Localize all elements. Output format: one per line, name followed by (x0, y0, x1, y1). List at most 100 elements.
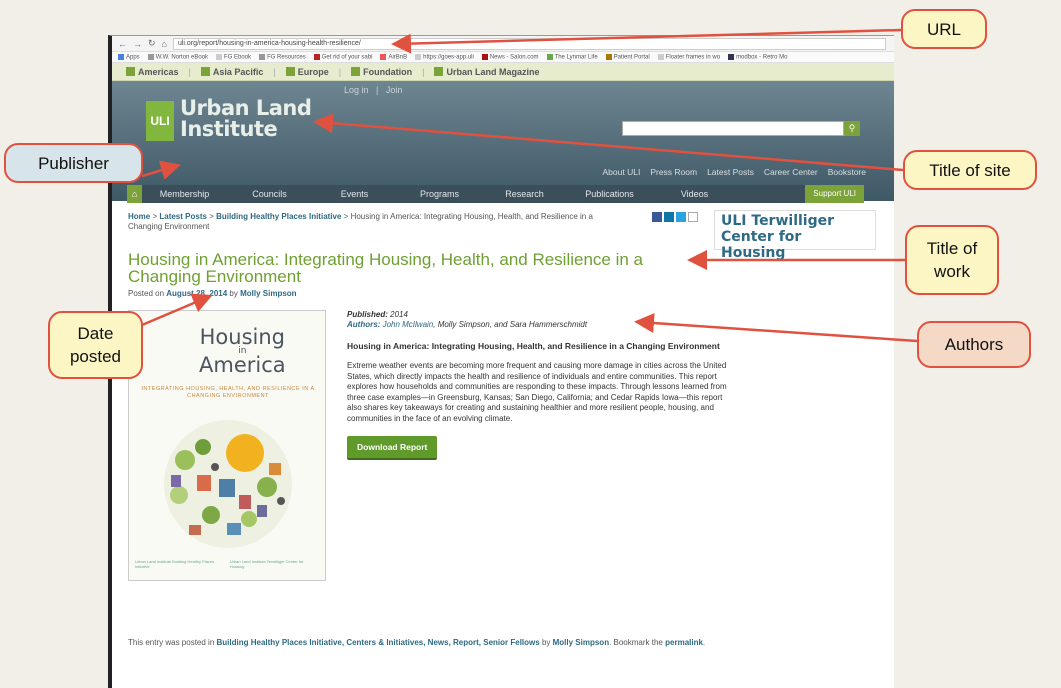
cover-subtitle: INTEGRATING HOUSING, HEALTH, AND RESILIE… (141, 386, 315, 399)
support-uli-button[interactable]: Support ULI (805, 185, 864, 203)
bookmark-item[interactable]: Floater frames in wo (657, 53, 720, 60)
cover-title: Housing in America (199, 327, 286, 377)
bookmark-icon (728, 53, 735, 60)
callout-url: URL (901, 9, 987, 49)
breadcrumb: Home > Latest Posts > Building Healthy P… (128, 212, 593, 231)
site-title-line2: Institute (180, 117, 278, 141)
author-link[interactable]: John McIlwain (383, 320, 434, 329)
forward-icon[interactable]: → (133, 39, 142, 49)
nav-councils[interactable]: Councils (227, 189, 312, 199)
login-link[interactable]: Log in (344, 85, 369, 95)
cover-illustration (164, 420, 292, 548)
bookmark-item[interactable]: FG Ebook (216, 53, 251, 60)
region-foundation[interactable]: Foundation (351, 66, 412, 77)
bookmark-icon (216, 53, 223, 60)
region-icon (126, 66, 135, 76)
footer-categories[interactable]: Building Healthy Places Initiative, Cent… (217, 638, 540, 647)
nav-programs[interactable]: Programs (397, 189, 482, 199)
region-europe[interactable]: Europe (285, 66, 329, 77)
login-links: Log in | Join (344, 85, 403, 95)
uli-logo-mark[interactable]: ULI (146, 101, 174, 141)
region-americas[interactable]: Americas (126, 66, 179, 77)
bookmark-icon (605, 53, 612, 60)
bookmark-item[interactable]: Apps (118, 53, 140, 60)
career-center-link[interactable]: Career Center (764, 167, 818, 177)
report-description: Extreme weather events are becoming more… (347, 361, 727, 423)
bookmark-item[interactable]: FG Resources (259, 53, 306, 60)
published-line: Published: 2014 (347, 310, 737, 320)
breadcrumb-latest[interactable]: Latest Posts (159, 212, 207, 221)
breadcrumb-home[interactable]: Home (128, 212, 150, 221)
callout-publisher: Publisher (4, 143, 143, 183)
region-icon (434, 66, 444, 76)
footer-by: by (541, 638, 551, 647)
bookmark-item[interactable]: The Lynmar Life (546, 53, 598, 60)
published-value: 2014 (390, 310, 408, 319)
facebook-icon[interactable] (652, 212, 662, 222)
reload-icon[interactable]: ↻ (148, 38, 156, 49)
cover-foot-right: Urban Land Institute Terwilliger Center … (229, 559, 304, 569)
article-title: Housing in America: Integrating Housing,… (128, 250, 644, 286)
nav-research[interactable]: Research (482, 189, 567, 199)
breadcrumb-section[interactable]: Building Healthy Places Initiative (216, 212, 341, 221)
posted-author[interactable]: Molly Simpson (240, 289, 296, 298)
entry-footer: This entry was posted in Building Health… (128, 638, 706, 647)
bookmark-icon (657, 53, 664, 60)
screenshot-stage: ← → ↻ ⌂ uli.org/report/housing-in-americ… (0, 0, 1061, 688)
about-link[interactable]: About ULI (603, 167, 641, 177)
terwilliger-line1: ULI Terwilliger (721, 213, 835, 229)
download-report-button[interactable]: Download Report (347, 436, 438, 460)
report-heading: Housing in America: Integrating Housing,… (347, 341, 720, 351)
url-bar[interactable]: uli.org/report/housing-in-america-housin… (172, 37, 886, 50)
footer-author[interactable]: Molly Simpson (553, 638, 609, 647)
airbnb-icon (380, 53, 387, 60)
cover-line3: America (199, 353, 286, 377)
nav-membership[interactable]: Membership (142, 189, 227, 199)
posted-date[interactable]: August 28, 2014 (166, 289, 227, 298)
region-icon (351, 66, 361, 76)
nav-videos[interactable]: Videos (652, 189, 737, 199)
bookmark-item[interactable]: https://goes-app.uli (415, 53, 474, 60)
cover-foot-left: Urban Land Institute Building Healthy Pl… (135, 559, 215, 569)
bookmark-item[interactable]: News - Salon.com (481, 53, 539, 60)
nav-events[interactable]: Events (312, 189, 397, 199)
back-icon[interactable]: ← (118, 39, 127, 49)
site-title[interactable]: Urban Land Institute (180, 98, 312, 141)
bookmark-item[interactable]: Get rid of your sabi (313, 53, 372, 60)
home-nav-icon[interactable]: ⌂ (127, 185, 142, 203)
home-icon[interactable]: ⌂ (162, 39, 167, 49)
search-input[interactable] (622, 121, 844, 136)
callout-title-of-site: Title of site (903, 150, 1037, 190)
region-bar: Americas | Asia Pacific | Europe | Found… (112, 63, 894, 81)
callout-title-of-work: Title of work (905, 225, 999, 295)
search-icon[interactable]: ⚲ (844, 121, 860, 136)
region-icon (200, 66, 210, 76)
terwilliger-center-logo[interactable]: ULI Terwilliger Center for Housing (714, 210, 876, 261)
region-asia-pacific[interactable]: Asia Pacific (200, 66, 263, 77)
authors-rest: , Molly Simpson, and Sara Hammerschmidt (433, 320, 588, 329)
latest-posts-link[interactable]: Latest Posts (707, 167, 754, 177)
main-nav: ⌂ Membership Councils Events Programs Re… (127, 185, 864, 203)
bookmark-item[interactable]: W.W. Norton eBook (147, 53, 208, 60)
footer-prefix: This entry was posted in (128, 638, 215, 647)
bookstore-link[interactable]: Bookstore (828, 167, 866, 177)
posted-prefix: Posted on (128, 289, 165, 298)
bookmark-icon (259, 53, 266, 60)
report-cover-image[interactable]: Housing in America INTEGRATING HOUSING, … (128, 310, 326, 581)
nav-publications[interactable]: Publications (567, 189, 652, 199)
browser-toolbar: ← → ↻ ⌂ uli.org/report/housing-in-americ… (112, 36, 894, 52)
email-icon[interactable] (688, 212, 698, 222)
region-icon (285, 66, 295, 76)
press-room-link[interactable]: Press Room (650, 167, 697, 177)
permalink-link[interactable]: permalink (665, 638, 703, 647)
linkedin-icon[interactable] (664, 212, 674, 222)
bookmark-item[interactable]: Patient Portal (605, 53, 650, 60)
browser-window: ← → ↻ ⌂ uli.org/report/housing-in-americ… (108, 35, 894, 688)
bookmark-item[interactable]: modbox - Retro Mo (728, 53, 787, 60)
bookmark-icon (481, 53, 488, 60)
twitter-icon[interactable] (676, 212, 686, 222)
authors-line: Authors: John McIlwain, Molly Simpson, a… (347, 320, 737, 330)
bookmark-item[interactable]: AirBnB (380, 53, 407, 60)
region-urban-land-magazine[interactable]: Urban Land Magazine (434, 66, 539, 77)
join-link[interactable]: Join (386, 85, 403, 95)
